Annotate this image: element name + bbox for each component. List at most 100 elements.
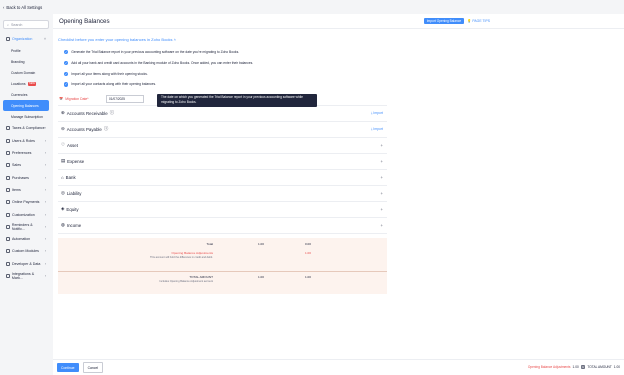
payment-icon	[6, 200, 10, 205]
section-accounts-payable[interactable]: ⊖ Accounts Payable ⓘ ⤓ Import	[58, 122, 387, 138]
chevron-right-icon: ›	[44, 237, 46, 242]
income-icon: ◍	[61, 222, 65, 228]
sidebar-item-users[interactable]: Users & Roles ›	[3, 135, 49, 147]
sidebar-item-label: Users & Roles	[12, 138, 35, 143]
page-header: Opening Balances Import Opening Balance …	[53, 14, 624, 29]
sidebar-item-reminders[interactable]: Reminders & Notific... ›	[3, 221, 49, 233]
sidebar-subitem-locations[interactable]: Locations NEW	[3, 78, 49, 89]
footer-adjustment-label: Opening Balance Adjustments	[527, 365, 571, 369]
migration-date-text: Migration Date*	[65, 97, 89, 102]
chevron-right-icon: ›	[44, 224, 46, 229]
lightbulb-icon: 💡	[467, 19, 472, 23]
sidebar-item-organization[interactable]: Organization ˄	[3, 33, 49, 45]
section-accounts-receivable[interactable]: ⊕ Accounts Receivable ⓘ ⤓ Import	[58, 106, 387, 122]
section-label: Asset	[66, 142, 78, 148]
sidebar-subitem-profile[interactable]: Profile	[3, 45, 49, 56]
sidebar-item-sales[interactable]: Sales ›	[3, 159, 49, 171]
check-circle-icon: ✓	[64, 71, 69, 76]
sidebar-item-custom-modules[interactable]: Custom Modules ›	[3, 245, 49, 257]
modules-icon	[6, 249, 10, 254]
totals-divider	[58, 270, 387, 272]
sidebar-item-label: Items	[12, 187, 21, 192]
checklist-text: Import all your items along with their o…	[71, 71, 148, 76]
sidebar-subitem-custom-domain[interactable]: Custom Domain	[3, 67, 49, 78]
adjustment-note: This account will hold the difference in…	[150, 255, 213, 259]
section-liability[interactable]: ◎ Liability +	[58, 186, 387, 202]
import-receivable-link[interactable]: ⤓ Import	[371, 111, 383, 115]
continue-button[interactable]: Continue	[57, 363, 79, 372]
sidebar-item-label: Online Payments	[12, 200, 40, 205]
import-label: Import	[373, 127, 383, 132]
sidebar-subitem-opening-balances[interactable]: Opening Balances	[3, 100, 49, 112]
sidebar-subitem-branding[interactable]: Branding	[3, 56, 49, 67]
chevron-right-icon: ›	[44, 212, 46, 217]
chevron-right-icon: ›	[44, 187, 46, 192]
import-opening-balance-button[interactable]: Import Opening Balance	[423, 17, 465, 25]
sidebar-item-online-payments[interactable]: Online Payments ›	[3, 196, 49, 208]
section-label: Liability	[66, 190, 82, 196]
sidebar-item-automation[interactable]: Automation ›	[3, 233, 49, 245]
dr-cr-badge: Cr	[580, 365, 586, 369]
form-footer: Continue Cancel Opening Balance Adjustme…	[53, 359, 624, 375]
sidebar-item-integrations[interactable]: Integrations & Mark... ›	[3, 270, 49, 282]
sidebar-nav: Organization ˄ Profile Branding Custom D…	[3, 33, 49, 282]
footer-adjustment-value: 1.00	[572, 365, 579, 369]
footer-total-value: 1.00	[613, 365, 620, 369]
sidebar-item-label: Organization	[12, 37, 33, 42]
bell-icon	[6, 224, 10, 229]
adjustment-credit: 1.00	[304, 250, 311, 255]
plus-icon[interactable]: +	[381, 159, 383, 164]
chevron-right-icon: ›	[44, 261, 46, 266]
section-asset[interactable]: ♡ Asset +	[58, 138, 387, 154]
sidebar-item-preferences[interactable]: Preferences ›	[3, 147, 49, 159]
plus-icon[interactable]: +	[381, 207, 383, 212]
sidebar-subitem-currencies[interactable]: Currencies	[3, 89, 49, 100]
purchases-icon	[6, 175, 10, 180]
back-to-settings-link[interactable]: ‹ Back to All Settings	[3, 5, 42, 10]
building-icon	[6, 37, 10, 42]
sidebar-item-purchases[interactable]: Purchases ›	[3, 171, 49, 183]
code-icon	[6, 261, 10, 266]
sidebar-item-label: Purchases	[12, 175, 29, 180]
footer-total-label: TOTAL AMOUNT	[587, 365, 612, 369]
sidebar-item-label: Automation	[12, 237, 31, 242]
bank-icon: ⌂	[61, 174, 64, 180]
sidebar-item-items[interactable]: Items ›	[3, 184, 49, 196]
sidebar-item-customization[interactable]: Customization ›	[3, 208, 49, 220]
plus-icon[interactable]: +	[381, 223, 383, 228]
migration-date-label: 📅 Migration Date*	[59, 97, 106, 101]
sidebar-item-label: Reminders & Notific...	[11, 222, 33, 231]
import-payable-link[interactable]: ⤓ Import	[371, 127, 383, 131]
section-bank[interactable]: ⌂ Bank +	[58, 170, 387, 186]
sidebar-subitem-manage-subscription[interactable]: Manage Subscription	[3, 111, 49, 122]
customization-icon	[6, 212, 10, 217]
migration-date-input[interactable]: 01/07/2025	[106, 95, 144, 104]
automation-icon	[6, 237, 10, 242]
info-icon: ⓘ	[109, 110, 115, 116]
migration-date-tooltip: The date on which you generated the Tria…	[157, 93, 317, 107]
checklist-item: ✓ Generate the Trial Balance report in yo…	[58, 47, 387, 58]
section-expense[interactable]: ▤ Expense +	[58, 154, 387, 170]
sidebar-search[interactable]: ⌕ Search	[3, 20, 49, 29]
checklist-link[interactable]: Checklist before you enter your opening …	[58, 37, 387, 42]
calendar-icon: 📅	[59, 97, 64, 102]
cancel-button[interactable]: Cancel	[82, 362, 104, 373]
sidebar-item-developer[interactable]: Developer & Data ›	[3, 258, 49, 270]
chevron-right-icon: ›	[44, 274, 46, 278]
liability-icon: ◎	[61, 190, 65, 196]
expense-icon: ▤	[61, 158, 66, 164]
plus-icon[interactable]: +	[381, 191, 383, 196]
sidebar-item-label: Custom Modules	[12, 249, 39, 254]
sidebar-item-label: Preferences	[12, 151, 32, 156]
page-tips-link[interactable]: 💡 PAGE TIPS	[467, 19, 490, 23]
plus-icon[interactable]: +	[381, 175, 383, 180]
sidebar-item-taxes[interactable]: Taxes & Compliance ›	[3, 122, 49, 134]
section-income[interactable]: ◍ Income +	[58, 218, 387, 234]
section-label: Expense	[67, 158, 85, 164]
sidebar-item-label: Developer & Data	[12, 261, 41, 266]
plus-icon[interactable]: +	[381, 143, 383, 148]
page-title: Opening Balances	[59, 17, 110, 25]
total-amount-credit: 1.00	[304, 274, 311, 279]
section-label: Equity	[66, 206, 79, 212]
section-equity[interactable]: ◈ Equity +	[58, 202, 387, 218]
